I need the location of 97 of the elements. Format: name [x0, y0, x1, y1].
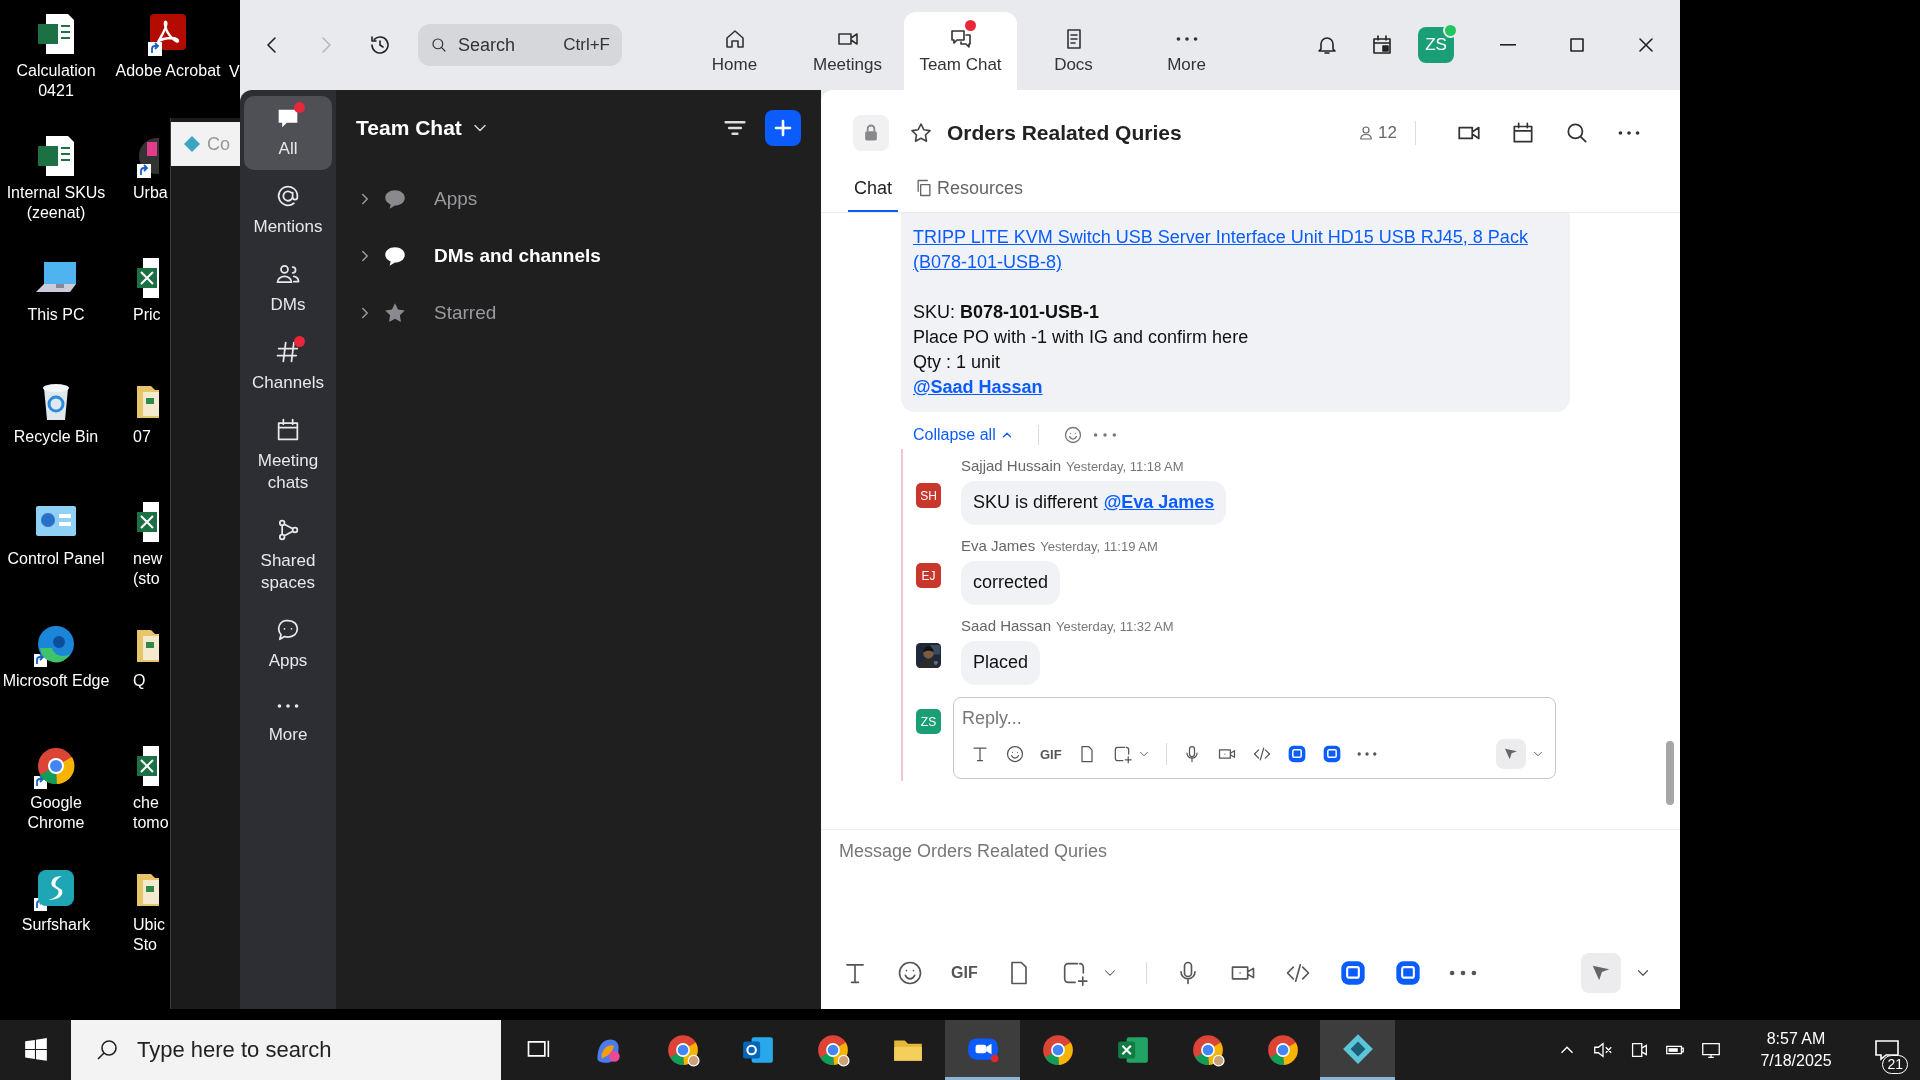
timestamp: Yesterday, 11:19 AM	[1040, 539, 1158, 554]
nav-tab[interactable]: Team Chat	[904, 12, 1017, 90]
message-text: Qty : 1 unit	[913, 351, 1002, 374]
section-header[interactable]: Starred	[356, 293, 497, 333]
notification-count: 21	[1882, 1055, 1908, 1074]
mention-link[interactable]: @Eva James	[1103, 490, 1215, 515]
desktop-icon-label: Microsoft Edge	[1, 671, 111, 691]
more-icon	[277, 703, 299, 709]
browser-icon[interactable]	[815, 1033, 850, 1067]
scrollbar-thumb[interactable]	[1666, 741, 1674, 805]
mention-link[interactable]: @Saad Hassan	[913, 377, 1043, 397]
history-icon	[368, 33, 392, 57]
panel-title[interactable]: Team Chat	[356, 116, 462, 140]
desktop-icon-label: This PC	[26, 305, 86, 325]
user-avatar[interactable]: EJ	[916, 563, 941, 588]
emoji-icon[interactable]	[1062, 425, 1083, 445]
rail-item[interactable]: Shared spaces	[244, 508, 332, 604]
section-header[interactable]: DMs and channels	[356, 236, 601, 276]
timestamp: Yesterday, 11:32 AM	[1056, 619, 1174, 634]
calendar-icon[interactable]	[1510, 120, 1536, 146]
search-input[interactable]: Type here to search	[135, 1036, 499, 1064]
channel-tab[interactable]: Chat	[848, 166, 899, 212]
send-button[interactable]	[1581, 953, 1621, 993]
desktop-icon-label: Control Panel	[6, 549, 106, 569]
desktop-icon-label: che tomo	[133, 793, 170, 833]
author-name: Saad Hassan	[961, 617, 1052, 634]
shortcut-hint: Ctrl+F	[563, 35, 610, 55]
rail-item[interactable]: More	[244, 686, 332, 756]
members-button[interactable]: 12	[1357, 123, 1397, 143]
clock-button[interactable]: 8:57 AM 7/18/2025	[1746, 1028, 1846, 1072]
new-chat-button[interactable]	[765, 110, 801, 146]
browser-icon[interactable]	[1190, 1033, 1225, 1067]
emoji-icon[interactable]	[1005, 744, 1025, 764]
section-header[interactable]: Apps	[356, 179, 478, 219]
desktop-icon-label: 07	[133, 427, 152, 447]
rail-item[interactable]: Channels	[244, 330, 332, 404]
gif-button[interactable]: GIF	[1040, 746, 1062, 762]
desktop-icon-label: V	[229, 62, 240, 82]
chat-icon	[948, 27, 973, 51]
minimize-icon	[1499, 44, 1517, 46]
send-icon	[1503, 746, 1519, 762]
desktop-icon-label: Surfshark	[20, 915, 92, 935]
desktop-icon-label: Pric	[133, 305, 162, 325]
reply-box[interactable]: Reply... GIF	[953, 697, 1556, 779]
nav-tab[interactable]: Home	[678, 12, 791, 90]
clock-time: 8:57 AM	[1766, 1029, 1826, 1049]
channel-title: Orders Realated Quries	[947, 121, 1182, 145]
search-icon	[430, 36, 448, 54]
more-icon	[1175, 36, 1198, 42]
author-name: Sajjad Hussain	[961, 457, 1062, 474]
nav-tab[interactable]: Meetings	[791, 12, 904, 90]
star-icon[interactable]	[909, 121, 933, 145]
timestamp: Yesterday, 11:18 AM	[1066, 459, 1184, 474]
desktop-icon-label: Recycle Bin	[12, 427, 100, 447]
start-button[interactable]	[23, 1037, 49, 1063]
browser-icon[interactable]	[665, 1033, 700, 1067]
send-button[interactable]	[1496, 739, 1526, 769]
message-text: Place PO with -1 with IG and confirm here	[913, 326, 1250, 349]
author-name: Eva James	[961, 537, 1036, 554]
browser-icon[interactable]	[1265, 1033, 1300, 1067]
emoji-icon[interactable]	[896, 959, 924, 987]
rail-item[interactable]: All	[244, 96, 332, 170]
channel-tab[interactable]: Resources	[908, 166, 1030, 212]
message-text: SKU: B078-101-USB-1	[913, 301, 1101, 324]
message-text: SKU is different	[973, 491, 1098, 514]
more-icon[interactable]	[1618, 130, 1640, 136]
rail-item[interactable]: Apps	[244, 608, 332, 682]
search-icon	[95, 1038, 119, 1062]
desktop-icon-label: Adobe Acrobat	[115, 61, 221, 81]
notifications-button[interactable]: 21	[1862, 1020, 1912, 1080]
user-avatar: ZS	[916, 709, 941, 734]
message-text: corrected	[973, 571, 1049, 594]
desktop-icon-label: Calculation 0421	[15, 61, 97, 101]
search-input[interactable]: Search	[456, 33, 540, 57]
desktop-icon-label: Google Chrome	[26, 793, 86, 833]
nav-tab[interactable]: More	[1130, 12, 1243, 90]
desktop-icon-label: Ubic Sto	[133, 915, 166, 955]
user-avatar[interactable]: SH	[916, 483, 941, 508]
product-link[interactable]: TRIPP LITE KVM Switch USB Server Interface Unit HD15 USB RJ45, 8 Pack (B078-101-USB-8)	[913, 225, 1543, 275]
clock-date: 7/18/2025	[1760, 1051, 1832, 1071]
calendar-icon	[1370, 33, 1394, 57]
desktop-icon-label: new (sto	[133, 549, 164, 589]
browser-icon[interactable]	[1040, 1033, 1075, 1067]
desktop-icon-label: Internal SKUs (zeenat)	[5, 183, 107, 223]
app-icon	[183, 135, 201, 153]
muted-speaker-icon[interactable]	[1592, 1039, 1614, 1061]
rail-item[interactable]: Mentions	[244, 174, 332, 248]
collapse-all-button[interactable]: Collapse all	[913, 426, 1014, 444]
desktop-icon-label: Urba	[133, 183, 169, 203]
nav-tab[interactable]: Docs	[1017, 12, 1130, 90]
rail-item[interactable]: DMs	[244, 252, 332, 326]
desktop-icon-label: Q	[133, 671, 147, 691]
rail-item[interactable]: Meeting chats	[244, 408, 332, 504]
message-text: Placed	[973, 651, 1029, 674]
search-bar[interactable]: Search Ctrl+F	[418, 24, 622, 66]
taskbar-search-bar[interactable]: Type here to search	[71, 1020, 501, 1080]
gif-button[interactable]: GIF	[951, 964, 978, 982]
